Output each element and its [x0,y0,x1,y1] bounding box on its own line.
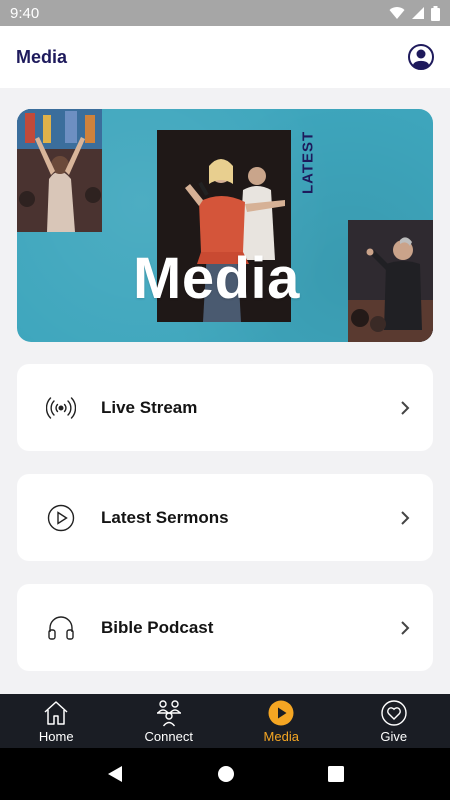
nav-item-give[interactable]: Give [338,694,450,748]
hero-latest-label: LATEST [299,130,317,194]
recents-icon[interactable] [327,766,344,782]
chevron-right-icon [401,620,410,635]
nav-label: Connect [144,728,193,744]
menu-item-label: Bible Podcast [101,617,214,637]
broadcast-icon [45,392,77,424]
app-header: Media [0,26,450,88]
play-circle-icon [45,502,77,534]
nav-item-connect[interactable]: Connect [113,694,226,748]
people-icon [155,699,183,727]
status-bar: 9:40 [0,0,450,26]
page-title: Media [16,46,68,67]
menu-item-bible-podcast[interactable]: Bible Podcast [17,584,433,671]
menu-item-live-stream[interactable]: Live Stream [17,364,433,451]
status-icons [389,5,440,21]
battery-icon [431,5,440,21]
hero-photo-worship [17,109,102,232]
nav-label: Give [380,728,408,744]
system-nav-bar [0,748,450,800]
nav-label: Media [263,728,299,744]
play-circle-icon [267,699,295,727]
media-hero-banner[interactable]: LATEST Media [17,109,433,342]
menu-item-label: Latest Sermons [101,507,229,527]
nav-item-home[interactable]: Home [0,694,113,748]
chevron-right-icon [401,400,410,415]
headphones-icon [45,612,77,644]
menu-item-label: Live Stream [101,397,198,417]
status-time: 9:40 [10,4,40,22]
back-icon[interactable] [106,765,124,783]
chevron-right-icon [401,510,410,525]
heart-circle-icon [380,699,408,727]
wifi-icon [389,7,405,20]
signal-icon [412,7,424,19]
menu-item-latest-sermons[interactable]: Latest Sermons [17,474,433,561]
nav-label: Home [38,728,74,744]
hero-media-word: Media [133,246,300,311]
profile-avatar-icon[interactable] [408,44,434,70]
home-icon [42,699,70,727]
hero-photo-preacher [348,220,433,342]
home-circle-icon[interactable] [217,765,235,783]
bottom-nav: Home Connect Media Give [0,694,450,748]
nav-item-media[interactable]: Media [225,694,338,748]
